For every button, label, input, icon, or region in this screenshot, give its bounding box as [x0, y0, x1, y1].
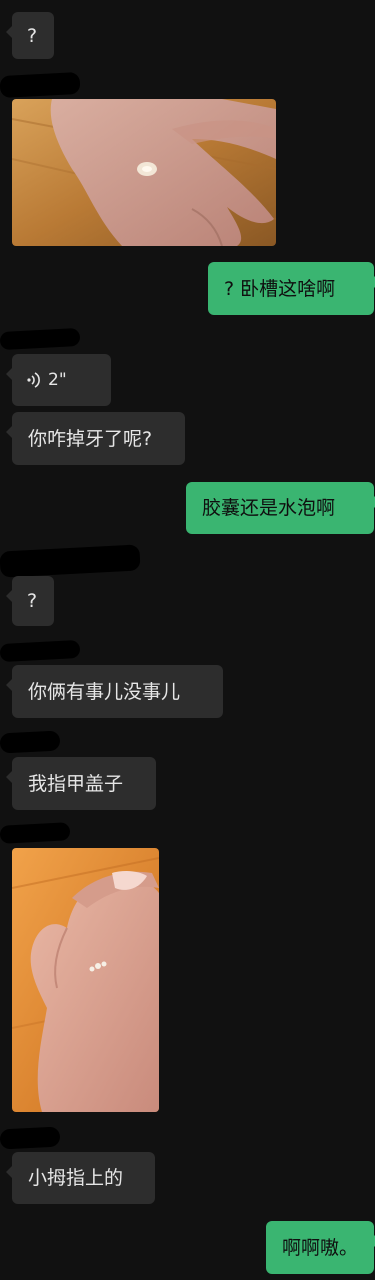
outgoing-message-bubble[interactable]: 啊啊嗷。 [266, 1221, 375, 1274]
fingernail-photo-image [12, 848, 159, 1112]
incoming-message-bubble[interactable]: 小拇指上的 [6, 1152, 155, 1204]
incoming-image-message[interactable] [12, 848, 159, 1112]
redacted-sender-name [0, 544, 141, 578]
message-text: 你咋掉牙了呢? [28, 427, 153, 450]
incoming-message-bubble[interactable]: ? [6, 576, 54, 626]
message-text: ? 卧槽这啥啊 [224, 277, 336, 300]
outgoing-message-bubble[interactable]: ? 卧槽这啥啊 [208, 262, 375, 315]
palm-photo-image [12, 99, 276, 246]
message-text: ? [27, 590, 38, 612]
incoming-voice-message[interactable]: 2" [6, 354, 111, 406]
message-text: 啊啊嗷。 [282, 1236, 359, 1259]
message-text: ? [27, 24, 38, 47]
voice-duration: 2" [48, 370, 67, 390]
redacted-sender-name [0, 639, 81, 663]
redacted-sender-name [0, 822, 71, 844]
voice-wave-icon [27, 372, 40, 388]
chat-history: ? ? 卧槽这啥啊 2" 你咋掉牙了呢? 胶囊还是水泡啊 ? 你俩有事儿没事儿 … [0, 0, 375, 1280]
message-text: 我指甲盖子 [28, 772, 124, 795]
incoming-image-message[interactable] [12, 99, 276, 246]
incoming-message-bubble[interactable]: 我指甲盖子 [6, 757, 156, 810]
redacted-sender-name [0, 71, 81, 99]
outgoing-message-bubble[interactable]: 胶囊还是水泡啊 [186, 482, 375, 534]
incoming-message-bubble[interactable]: ? [6, 12, 54, 59]
redacted-sender-name [0, 1126, 61, 1150]
incoming-message-bubble[interactable]: 你咋掉牙了呢? [6, 412, 185, 465]
message-text: 胶囊还是水泡啊 [202, 497, 336, 519]
message-text: 你俩有事儿没事儿 [28, 680, 181, 703]
incoming-message-bubble[interactable]: 你俩有事儿没事儿 [6, 665, 223, 718]
redacted-sender-name [0, 327, 81, 351]
message-text: 小拇指上的 [28, 1167, 124, 1189]
redacted-sender-name [0, 730, 61, 754]
